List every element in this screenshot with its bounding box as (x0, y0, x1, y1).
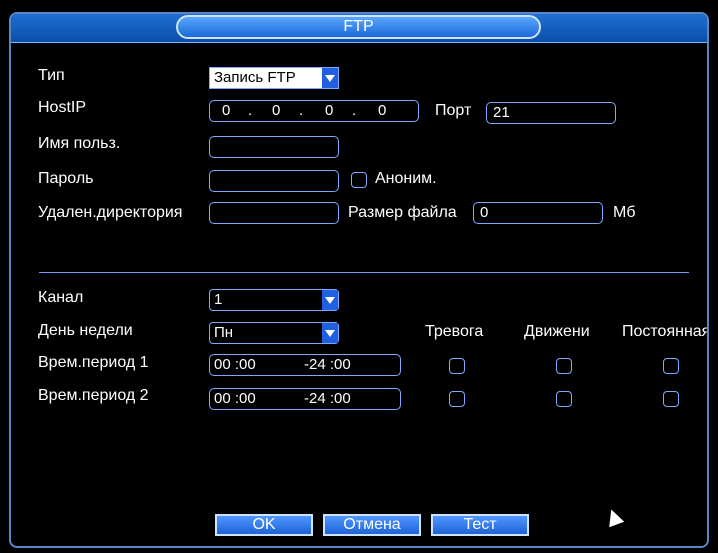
period-1-start: 00 :00 (214, 356, 256, 373)
title-bar: FTP (11, 14, 707, 43)
mouse-cursor-icon (603, 506, 625, 528)
type-value: Запись FTP (214, 69, 296, 86)
column-motion: Движени (524, 323, 590, 340)
password-input[interactable] (209, 170, 339, 192)
period-2-end: -24 :00 (304, 390, 351, 407)
file-size-label: Размер файла (348, 204, 457, 221)
channel-label: Канал (38, 289, 84, 306)
ip-dot-2: . (299, 102, 304, 119)
hostip-label: HostIP (38, 99, 87, 116)
username-input[interactable] (209, 136, 339, 158)
ip-octet-1: 0 (222, 102, 231, 119)
period-2-motion-checkbox[interactable] (556, 391, 572, 407)
period-1-label: Врем.период 1 (38, 354, 149, 371)
ip-octet-2: 0 (272, 102, 281, 119)
anonymous-label: Аноним. (375, 170, 437, 187)
remote-dir-label: Удален.директория (38, 204, 183, 221)
period-2-label: Врем.период 2 (38, 387, 149, 404)
period-2-input[interactable]: 00 :00 -24 :00 (209, 388, 401, 410)
ip-octet-3: 0 (325, 102, 334, 119)
ip-octet-4: 0 (378, 102, 387, 119)
period-1-alarm-checkbox[interactable] (449, 358, 465, 374)
chevron-down-icon (322, 290, 338, 310)
section-divider (39, 272, 689, 273)
channel-value: 1 (214, 291, 223, 308)
period-2-start: 00 :00 (214, 390, 256, 407)
port-input[interactable]: 21 (486, 102, 616, 124)
period-2-alarm-checkbox[interactable] (449, 391, 465, 407)
anonymous-checkbox[interactable] (351, 172, 367, 188)
hostip-field[interactable]: 0 . 0 . 0 . 0 (209, 100, 419, 122)
port-label: Порт (435, 102, 472, 119)
weekday-label: День недели (38, 322, 133, 339)
type-label: Тип (38, 67, 65, 84)
channel-select[interactable]: 1 (209, 289, 339, 311)
period-1-end: -24 :00 (304, 356, 351, 373)
remote-dir-input[interactable] (209, 202, 339, 224)
type-select[interactable]: Запись FTP (209, 67, 339, 89)
password-label: Пароль (38, 170, 94, 187)
dialog-title: FTP (176, 15, 541, 39)
column-alarm: Тревога (425, 323, 484, 340)
ftp-dialog: FTP Тип Запись FTP HostIP 0 . 0 . 0 . 0 … (9, 12, 709, 548)
period-2-continuous-checkbox[interactable] (663, 391, 679, 407)
column-continuous: Постоянная (622, 323, 709, 340)
period-1-continuous-checkbox[interactable] (663, 358, 679, 374)
period-1-input[interactable]: 00 :00 -24 :00 (209, 354, 401, 376)
ok-button[interactable]: OK (215, 514, 313, 536)
period-1-motion-checkbox[interactable] (556, 358, 572, 374)
ip-dot-3: . (352, 102, 357, 119)
file-size-input[interactable]: 0 (473, 202, 603, 224)
chevron-down-icon (322, 68, 338, 88)
chevron-down-icon (322, 323, 338, 343)
weekday-value: Пн (214, 324, 234, 341)
ip-dot-1: . (248, 102, 253, 119)
cancel-button[interactable]: Отмена (323, 514, 421, 536)
test-button[interactable]: Тест (431, 514, 529, 536)
username-label: Имя польз. (38, 135, 121, 152)
file-size-unit: Мб (613, 204, 636, 221)
weekday-select[interactable]: Пн (209, 322, 339, 344)
